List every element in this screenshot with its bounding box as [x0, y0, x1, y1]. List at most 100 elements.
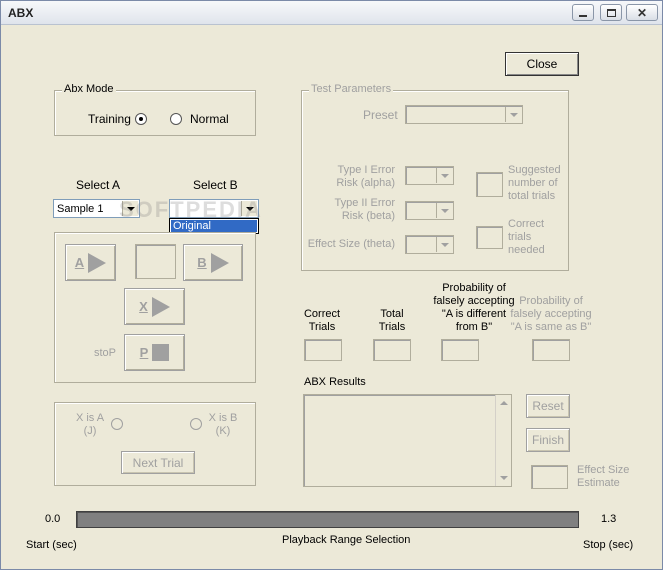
maximize-icon [606, 8, 616, 17]
close-button-label: Close [526, 57, 558, 71]
window-title: ABX [8, 6, 34, 20]
play-a-button[interactable]: A [65, 244, 116, 281]
chevron-down-icon [440, 173, 449, 178]
effect-size-estimate-field [531, 465, 568, 489]
chevron-down-icon [509, 112, 518, 117]
training-label: Training [88, 112, 131, 126]
total-trials-line1: Total [380, 308, 404, 320]
abx-window: ABX ✕ Close Abx Mode Training Normal Sel… [0, 0, 663, 570]
close-button[interactable]: Close [505, 52, 579, 76]
scroll-up-icon[interactable] [500, 401, 508, 405]
abx-results-label: ABX Results [304, 376, 366, 388]
type1-label-line1: Type I Error [337, 164, 395, 176]
stop-icon [152, 344, 170, 361]
correct-needed-line1: Correct [508, 218, 545, 230]
x-is-b-radio[interactable] [190, 418, 202, 430]
select-a-label: Select A [76, 178, 121, 192]
type1-combo[interactable] [405, 166, 454, 185]
chevron-down-icon [440, 208, 449, 213]
select-a-value: Sample 1 [57, 203, 104, 215]
start-sec-label: Start (sec) [26, 539, 77, 551]
prob-diff-line1: Probability of [442, 282, 506, 294]
close-icon: ✕ [636, 5, 648, 20]
range-start-value: 0.0 [45, 513, 61, 525]
correct-trials-line1: Correct [303, 308, 341, 320]
x-is-a-label: X is A [75, 412, 105, 424]
title-bar[interactable]: ABX ✕ [1, 1, 662, 25]
total-trials-field [373, 339, 411, 361]
playback-range-slider[interactable] [76, 511, 579, 528]
test-parameters-label: Test Parameters [309, 83, 394, 95]
results-scrollbar[interactable] [495, 395, 511, 486]
prob-same-field [532, 339, 570, 361]
suggested-line2: number of [508, 177, 558, 189]
range-end-value: 1.3 [601, 513, 617, 525]
correct-trials-field [304, 339, 342, 361]
finish-button[interactable]: Finish [526, 428, 570, 452]
effect-estimate-line2: Estimate [577, 477, 620, 489]
play-icon [210, 252, 229, 273]
watermark: SOFTPEDIA [119, 197, 263, 222]
correct-needed-line3: needed [508, 244, 545, 256]
select-b-label: Select B [193, 178, 238, 192]
finish-label: Finish [531, 433, 564, 447]
playback-range-title: Playback Range Selection [282, 534, 411, 546]
prob-diff-field [441, 339, 479, 361]
prob-same-line1: Probability of [519, 295, 583, 307]
minimize-icon [579, 14, 587, 17]
x-is-a-radio[interactable] [111, 418, 123, 430]
reset-label: Reset [532, 399, 564, 413]
effect-estimate-line1: Effect Size [577, 464, 630, 476]
type2-label-line1: Type II Error [334, 197, 395, 209]
minimize-button[interactable] [572, 4, 594, 21]
total-trials-line2: Trials [378, 321, 406, 333]
normal-radio[interactable] [170, 113, 182, 125]
correct-needed-line2: trials [508, 231, 532, 243]
type1-label-line2: Risk (alpha) [336, 177, 395, 189]
stop-label: stoP [94, 347, 117, 359]
abx-mode-label: Abx Mode [62, 83, 116, 95]
chevron-down-icon [440, 242, 449, 247]
test-parameters-group: Test Parameters Preset Type I Error Risk… [301, 83, 569, 271]
type2-dropdown-button[interactable] [436, 203, 452, 218]
reset-button[interactable]: Reset [526, 394, 570, 418]
x-choice-group: X is A (J) X is B (K) Next Trial [54, 402, 256, 486]
play-b-label: B [197, 255, 207, 270]
stop-button[interactable]: P [124, 334, 185, 371]
abx-mode-group: Abx Mode Training Normal [54, 83, 256, 136]
x-is-a-key: (J) [83, 425, 97, 437]
next-trial-label: Next Trial [132, 455, 184, 470]
stop-button-label: P [139, 345, 149, 360]
play-b-button[interactable]: B [183, 244, 243, 281]
next-trial-button[interactable]: Next Trial [121, 451, 195, 474]
normal-label: Normal [190, 112, 229, 126]
effect-size-combo[interactable] [405, 235, 454, 254]
correct-needed-field [476, 226, 503, 249]
type2-combo[interactable] [405, 201, 454, 220]
preset-label: Preset [363, 108, 398, 122]
preset-dropdown-button[interactable] [505, 107, 521, 122]
play-x-button[interactable]: X [124, 288, 185, 325]
correct-trials-line2: Trials [308, 321, 336, 333]
play-x-label: X [139, 299, 148, 314]
window-close-button[interactable]: ✕ [626, 4, 658, 21]
scroll-down-icon[interactable] [500, 476, 508, 480]
prob-same-line2: falsely accepting [510, 308, 592, 320]
type1-dropdown-button[interactable] [436, 168, 452, 183]
x-is-b-label: X is B [208, 412, 238, 424]
preset-combo[interactable] [405, 105, 523, 124]
suggested-line1: Suggested [508, 164, 561, 176]
stop-sec-label: Stop (sec) [583, 539, 634, 551]
suggested-line3: total trials [508, 190, 556, 202]
effect-size-label: Effect Size (theta) [307, 238, 395, 250]
play-icon [151, 296, 170, 317]
effect-size-dropdown-button[interactable] [436, 237, 452, 252]
x-is-b-key: (K) [215, 425, 231, 437]
current-indicator-box [135, 244, 176, 279]
maximize-button[interactable] [600, 4, 622, 21]
abx-results-textarea[interactable] [303, 394, 512, 487]
play-a-label: A [74, 255, 85, 270]
training-radio[interactable] [135, 113, 147, 125]
type2-label-line2: Risk (beta) [341, 210, 395, 222]
prob-same-line3: "A is same as B" [510, 321, 592, 333]
